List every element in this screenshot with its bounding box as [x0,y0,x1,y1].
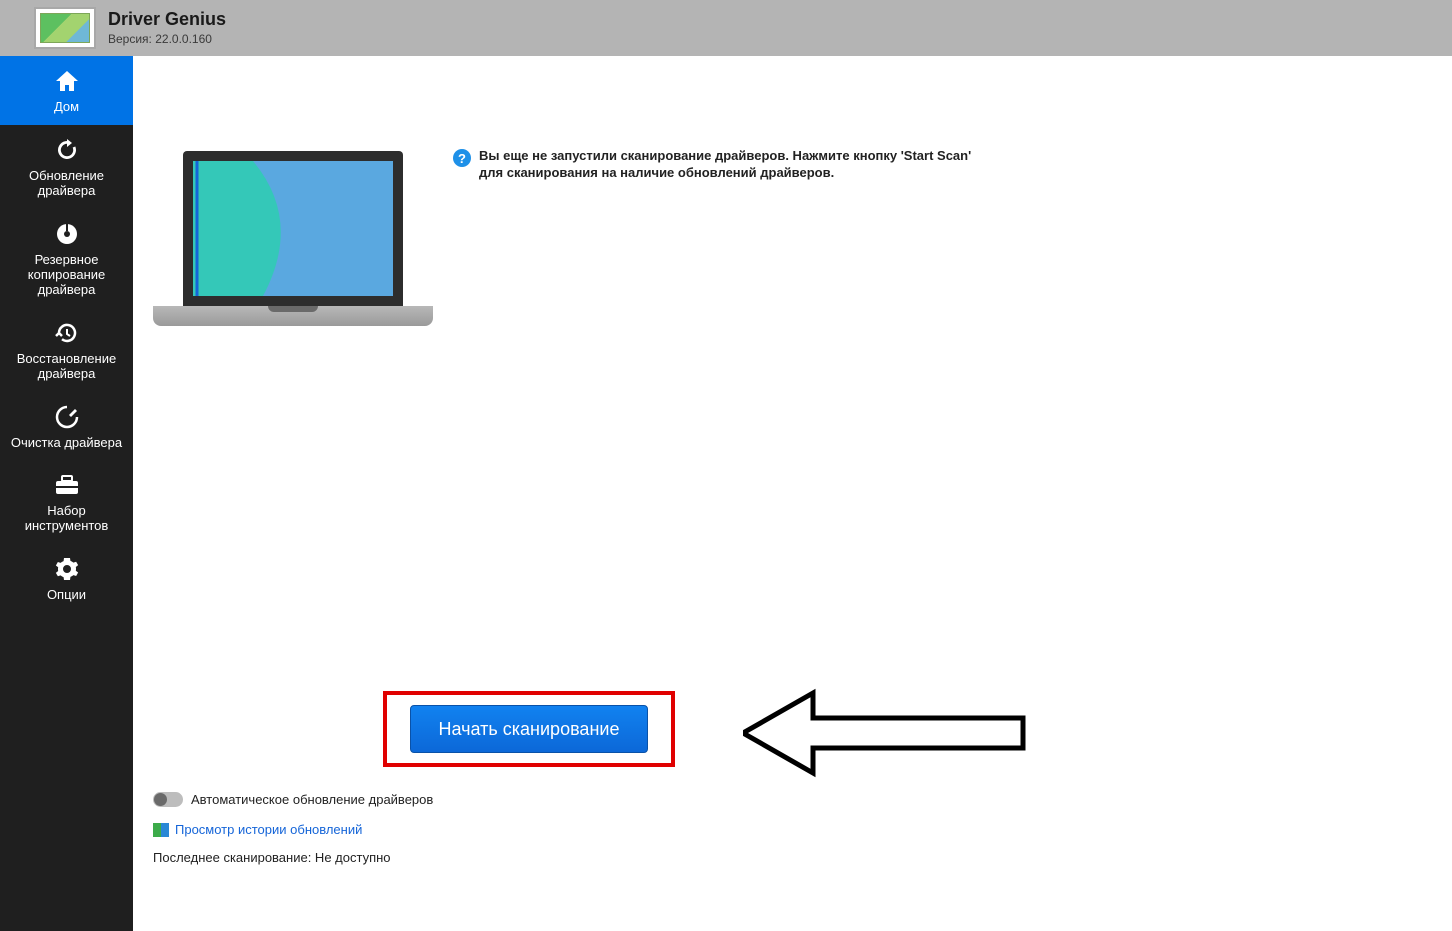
sidebar-item-label: Восстановление драйвера [4,352,129,382]
info-message: ? Вы еще не запустили сканирование драйв… [453,148,973,182]
sidebar-item-label: Резервное копирование драйвера [4,253,129,298]
header-text-block: Driver Genius Версия: 22.0.0.160 [108,10,226,46]
auto-update-row: Автоматическое обновление драйверов [153,792,433,807]
clean-icon [52,404,82,430]
gear-icon [52,556,82,582]
toolbox-icon [52,472,82,498]
home-icon [52,68,82,94]
info-text: Вы еще не запустили сканирование драйвер… [479,148,973,182]
sidebar-item-backup[interactable]: Резервное копирование драйвера [0,209,133,308]
main-content: ? Вы еще не запустили сканирование драйв… [133,56,1452,931]
sidebar-item-tools[interactable]: Набор инструментов [0,460,133,544]
last-scan-text: Последнее сканирование: Не доступно [153,850,391,865]
refresh-icon [52,137,82,163]
sidebar-item-home[interactable]: Дом [0,56,133,125]
history-icon [153,823,169,837]
sidebar-item-cleanup[interactable]: Очистка драйвера [0,392,133,461]
app-version: Версия: 22.0.0.160 [108,32,226,46]
app-logo [34,7,96,49]
sidebar-item-label: Опции [47,588,86,603]
app-header: Driver Genius Версия: 22.0.0.160 [0,0,1452,56]
sidebar-item-label: Очистка драйвера [11,436,122,451]
view-history-link[interactable]: Просмотр истории обновлений [175,822,362,837]
start-scan-button[interactable]: Начать сканирование [410,705,648,753]
sidebar-item-update[interactable]: Обновление драйвера [0,125,133,209]
app-title: Driver Genius [108,10,226,30]
sidebar-item-restore[interactable]: Восстановление драйвера [0,308,133,392]
sidebar-item-label: Набор инструментов [4,504,129,534]
scan-button-highlight: Начать сканирование [383,691,675,767]
sidebar-item-label: Дом [54,100,79,115]
disc-icon [52,221,82,247]
laptop-illustration [153,151,433,341]
sidebar-item-options[interactable]: Опции [0,544,133,613]
question-icon: ? [453,149,471,167]
sidebar: Дом Обновление драйвера Резервное копиро… [0,56,133,931]
auto-update-label: Автоматическое обновление драйверов [191,792,433,807]
history-row: Просмотр истории обновлений [153,822,362,837]
sidebar-item-label: Обновление драйвера [4,169,129,199]
auto-update-toggle[interactable] [153,792,183,807]
restore-icon [52,320,82,346]
arrow-annotation [743,688,1033,778]
